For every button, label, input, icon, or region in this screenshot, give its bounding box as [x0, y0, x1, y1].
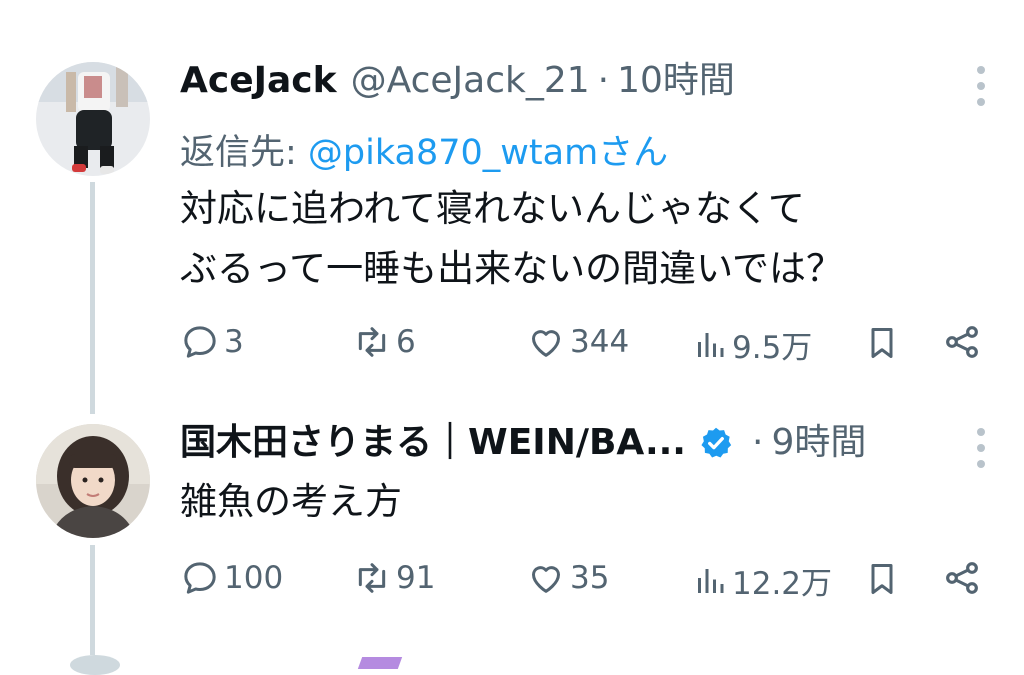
retweet-count: 6 [396, 324, 416, 360]
reply-button[interactable]: 3 [180, 322, 244, 362]
bookmark-icon [871, 328, 893, 358]
views-button[interactable]: 12.2万 [692, 558, 832, 603]
separator: · [751, 422, 764, 463]
analytics-icon [698, 332, 724, 357]
heart-icon [532, 566, 560, 593]
view-count: 9.5万 [732, 330, 813, 366]
views-button[interactable]: 9.5万 [692, 322, 812, 367]
timestamp[interactable]: 9時間 [771, 425, 866, 461]
reply-count: 3 [224, 324, 244, 360]
retweet-button[interactable]: 91 [352, 558, 435, 598]
tweet-text-line: 雑魚の考え方 [180, 480, 402, 523]
thread-line [90, 545, 95, 655]
retweet-count: 91 [396, 560, 436, 596]
like-count: 344 [570, 324, 630, 360]
bookmark-button[interactable] [864, 322, 900, 364]
reply-count: 100 [224, 560, 284, 596]
view-count: 12.2万 [732, 566, 833, 602]
reply-icon [184, 562, 216, 594]
like-button[interactable]: 35 [526, 558, 609, 598]
analytics-icon [698, 568, 724, 593]
reply-to: 返信先: @pika870_wtamさん [180, 124, 668, 175]
author-name[interactable]: 国木田さりまる｜WEIN/BA... [180, 425, 686, 461]
verified-badge-icon [701, 427, 732, 458]
tweet-text: 対応に追われて寝れないんじゃなくて ぶるって一睡も出来ないの間違いでは？ [180, 179, 843, 299]
more-options-icon[interactable] [976, 428, 986, 468]
author-handle[interactable]: @AceJack_21 [351, 63, 590, 99]
tweet-text-line: ぶるって一睡も出来ないの間違いでは？ [180, 247, 844, 290]
share-icon [946, 326, 978, 358]
bookmark-button[interactable] [864, 558, 900, 600]
reply-icon [184, 326, 216, 358]
avatar-kunikida[interactable] [36, 424, 150, 538]
avatar-acejack[interactable] [36, 62, 150, 176]
next-avatar-clipped [70, 655, 120, 675]
tweet-actions: 3 6 344 9.5万 [180, 322, 990, 366]
like-count: 35 [570, 560, 610, 596]
heart-icon [532, 330, 560, 357]
tweet-text-line: 対応に追われて寝れないんじゃなくて [180, 187, 805, 230]
share-icon [946, 562, 978, 594]
tweet-header: AceJack @AceJack_21 · 10時間 [180, 63, 735, 99]
woman-photo-avatar-icon [36, 424, 150, 538]
separator: · [597, 60, 610, 101]
retweet-icon [358, 327, 386, 357]
more-options-icon[interactable] [976, 66, 986, 106]
reply-mention-link[interactable]: @pika870_wtamさん [308, 133, 668, 173]
retweet-button[interactable]: 6 [352, 322, 416, 362]
tweet-actions: 100 91 35 12.2万 [180, 558, 990, 602]
like-button[interactable]: 344 [526, 322, 629, 362]
next-media-clipped [357, 657, 403, 669]
thread-line [90, 182, 95, 414]
reply-to-label: 返信先: [180, 133, 308, 173]
author-name[interactable]: AceJack [180, 63, 337, 99]
tweet-text: 雑魚の考え方 [180, 472, 402, 532]
person-photo-avatar-icon [36, 62, 150, 176]
share-button[interactable] [942, 322, 982, 362]
share-button[interactable] [942, 558, 982, 598]
tweet-header: 国木田さりまる｜WEIN/BA... · 9時間 [180, 425, 866, 461]
retweet-icon [358, 563, 386, 593]
reply-button[interactable]: 100 [180, 558, 283, 598]
timestamp[interactable]: 10時間 [617, 63, 735, 99]
bookmark-icon [871, 564, 893, 594]
